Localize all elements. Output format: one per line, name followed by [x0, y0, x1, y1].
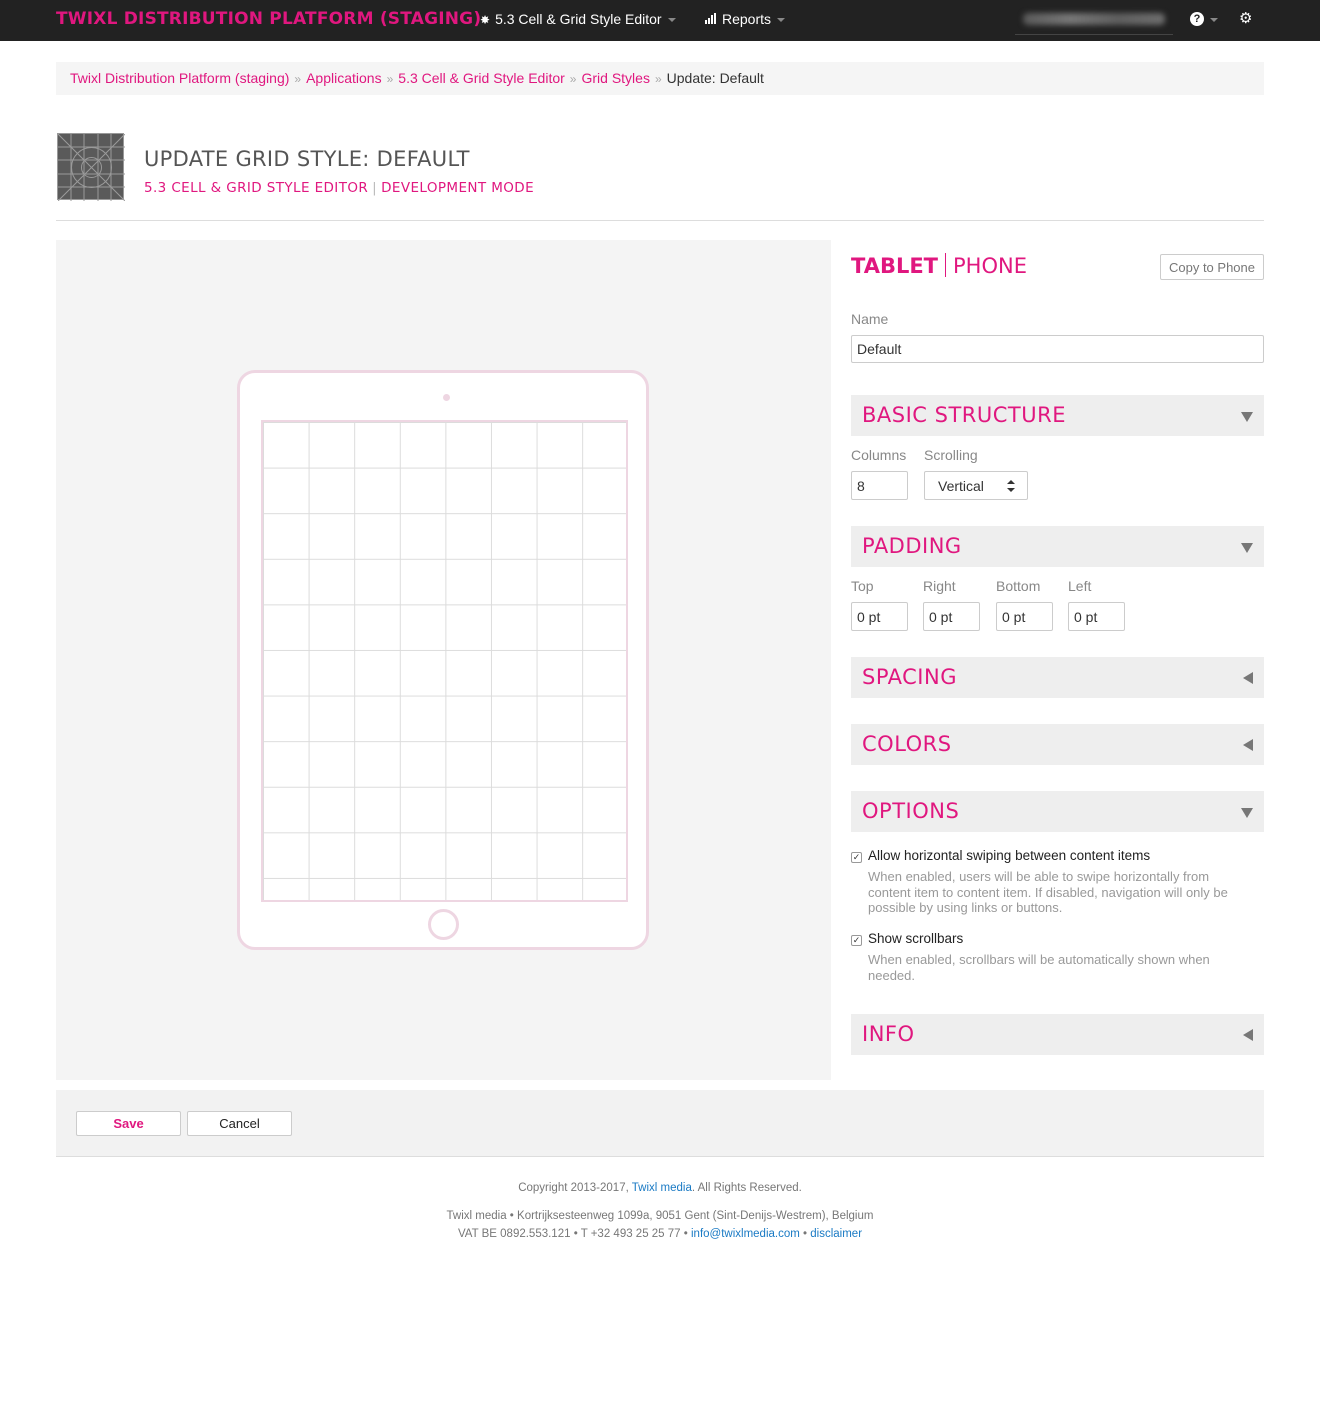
- grid-preview-screen: [261, 420, 628, 902]
- app-menu-label: 5.3 Cell & Grid Style Editor: [495, 11, 662, 27]
- columns-input[interactable]: [851, 471, 908, 500]
- footer-copyright: Copyright 2013-2017, Twixl media. All Ri…: [0, 1182, 1320, 1194]
- reports-menu-dropdown[interactable]: Reports: [705, 11, 786, 27]
- caret-down-icon: [1241, 412, 1253, 422]
- copyright-prefix: Copyright 2013-2017,: [518, 1182, 629, 1194]
- disclaimer-link[interactable]: disclaimer: [810, 1228, 862, 1240]
- padding-left-input[interactable]: [1068, 602, 1125, 631]
- breadcrumb-separator: »: [386, 72, 394, 86]
- padding-right-input[interactable]: [923, 602, 980, 631]
- chevron-down-icon: [777, 18, 786, 23]
- settings-icon[interactable]: ⚙: [1239, 10, 1252, 28]
- device-tabs: TABLET PHONE: [851, 253, 1027, 278]
- tablet-frame: [237, 370, 649, 950]
- reports-label: Reports: [722, 11, 772, 27]
- breadcrumb-grid-styles[interactable]: Grid Styles: [581, 70, 649, 86]
- grid-app-icon: [57, 133, 126, 202]
- tab-tablet[interactable]: TABLET: [851, 254, 938, 278]
- footer-bullet: •: [803, 1228, 808, 1240]
- scrollbars-label[interactable]: Show scrollbars: [868, 931, 963, 946]
- padding-top-label: Top: [851, 578, 874, 594]
- name-input[interactable]: [851, 335, 1264, 363]
- subtitle-mode: DEVELOPMENT MODE: [381, 180, 535, 196]
- company-link[interactable]: Twixl media: [632, 1182, 692, 1194]
- section-info[interactable]: INFO: [851, 1014, 1264, 1055]
- section-basic-structure-title: BASIC STRUCTURE: [862, 403, 1066, 427]
- tab-phone[interactable]: PHONE: [953, 254, 1027, 278]
- chevron-down-icon[interactable]: [1210, 18, 1218, 22]
- save-button[interactable]: Save: [76, 1111, 181, 1136]
- caret-left-icon: [1243, 672, 1253, 684]
- breadcrumb-applications[interactable]: Applications: [306, 70, 382, 86]
- footer-address: Twixl media • Kortrijksesteenweg 1099a, …: [446, 1210, 874, 1222]
- vat-phone: VAT BE 0892.553.121 • T +32 493 25 25 77…: [457, 1228, 688, 1240]
- breadcrumb-separator: »: [294, 72, 302, 86]
- name-label: Name: [851, 311, 889, 327]
- columns-label: Columns: [851, 447, 907, 463]
- brand-title[interactable]: TWIXL DISTRIBUTION PLATFORM (STAGING): [56, 9, 481, 29]
- padding-right-label: Right: [923, 578, 956, 594]
- breadcrumb-separator: »: [654, 72, 662, 86]
- swipe-label[interactable]: Allow horizontal swiping between content…: [868, 848, 1150, 863]
- section-basic-structure[interactable]: BASIC STRUCTURE: [851, 395, 1264, 436]
- copyright-suffix: . All Rights Reserved.: [691, 1182, 802, 1194]
- section-spacing[interactable]: SPACING: [851, 657, 1264, 698]
- scrolling-select-value: Vertical: [938, 478, 984, 494]
- breadcrumb-editor[interactable]: 5.3 Cell & Grid Style Editor: [398, 70, 565, 86]
- tab-divider: [945, 253, 947, 277]
- caret-left-icon: [1243, 739, 1253, 751]
- breadcrumb-separator: »: [569, 72, 577, 86]
- scrolling-label: Scrolling: [924, 447, 978, 463]
- user-menu[interactable]: [1015, 9, 1173, 35]
- scrollbars-help-text: When enabled, scrollbars will be automat…: [868, 952, 1210, 983]
- top-navbar: TWIXL DISTRIBUTION PLATFORM (STAGING) ✸ 5…: [0, 0, 1320, 41]
- padding-bottom-input[interactable]: [996, 602, 1053, 631]
- app-menu-dropdown[interactable]: ✸ 5.3 Cell & Grid Style Editor: [480, 11, 676, 27]
- caret-down-icon: [1241, 808, 1253, 818]
- bar-chart-icon: [705, 13, 718, 24]
- form-actions: Save Cancel: [56, 1090, 1264, 1157]
- grid-preview-panel: [56, 240, 831, 1080]
- scrolling-select[interactable]: Vertical: [924, 471, 1028, 500]
- tablet-camera: [443, 394, 450, 401]
- section-padding-title: PADDING: [862, 534, 962, 558]
- padding-bottom-label: Bottom: [996, 578, 1041, 594]
- section-padding[interactable]: PADDING: [851, 526, 1264, 567]
- gear-icon: ✸: [480, 13, 491, 27]
- section-options[interactable]: OPTIONS: [851, 791, 1264, 832]
- section-info-title: INFO: [862, 1022, 915, 1046]
- padding-left-label: Left: [1068, 578, 1092, 594]
- section-colors-title: COLORS: [862, 732, 952, 756]
- padding-top-input[interactable]: [851, 602, 908, 631]
- help-icon[interactable]: ?: [1190, 12, 1204, 26]
- copy-to-phone-button[interactable]: Copy to Phone: [1160, 254, 1264, 280]
- page-subtitle: 5.3 CELL & GRID STYLE EDITOR | DEVELOPMENT…: [144, 180, 534, 196]
- section-options-title: OPTIONS: [862, 799, 960, 823]
- subtitle-divider: |: [372, 180, 378, 196]
- select-arrows-icon: [1007, 480, 1015, 492]
- section-spacing-title: SPACING: [862, 665, 957, 689]
- swipe-help-text: When enabled, users will be able to swip…: [868, 869, 1228, 915]
- swipe-checkbox[interactable]: ✓: [851, 852, 862, 863]
- subtitle-app: 5.3 CELL & GRID STYLE EDITOR: [144, 180, 369, 196]
- scrollbars-checkbox[interactable]: ✓: [851, 935, 862, 946]
- header-divider: [56, 220, 1264, 221]
- breadcrumb-current: Update: Default: [666, 70, 764, 86]
- cancel-button[interactable]: Cancel: [187, 1111, 292, 1136]
- caret-left-icon: [1243, 1029, 1253, 1041]
- footer-contact: VAT BE 0892.553.121 • T +32 493 25 25 77…: [0, 1228, 1320, 1240]
- email-link[interactable]: info@twixlmedia.com: [691, 1228, 800, 1240]
- breadcrumb-platform[interactable]: Twixl Distribution Platform (staging): [70, 70, 289, 86]
- tablet-home-button: [428, 909, 459, 940]
- avatar: [1023, 13, 1165, 25]
- chevron-down-icon: [667, 18, 676, 23]
- section-colors[interactable]: COLORS: [851, 724, 1264, 765]
- caret-down-icon: [1241, 543, 1253, 553]
- breadcrumb: Twixl Distribution Platform (staging) » Ap…: [56, 62, 1264, 95]
- page-title: UPDATE GRID STYLE: DEFAULT: [144, 147, 470, 171]
